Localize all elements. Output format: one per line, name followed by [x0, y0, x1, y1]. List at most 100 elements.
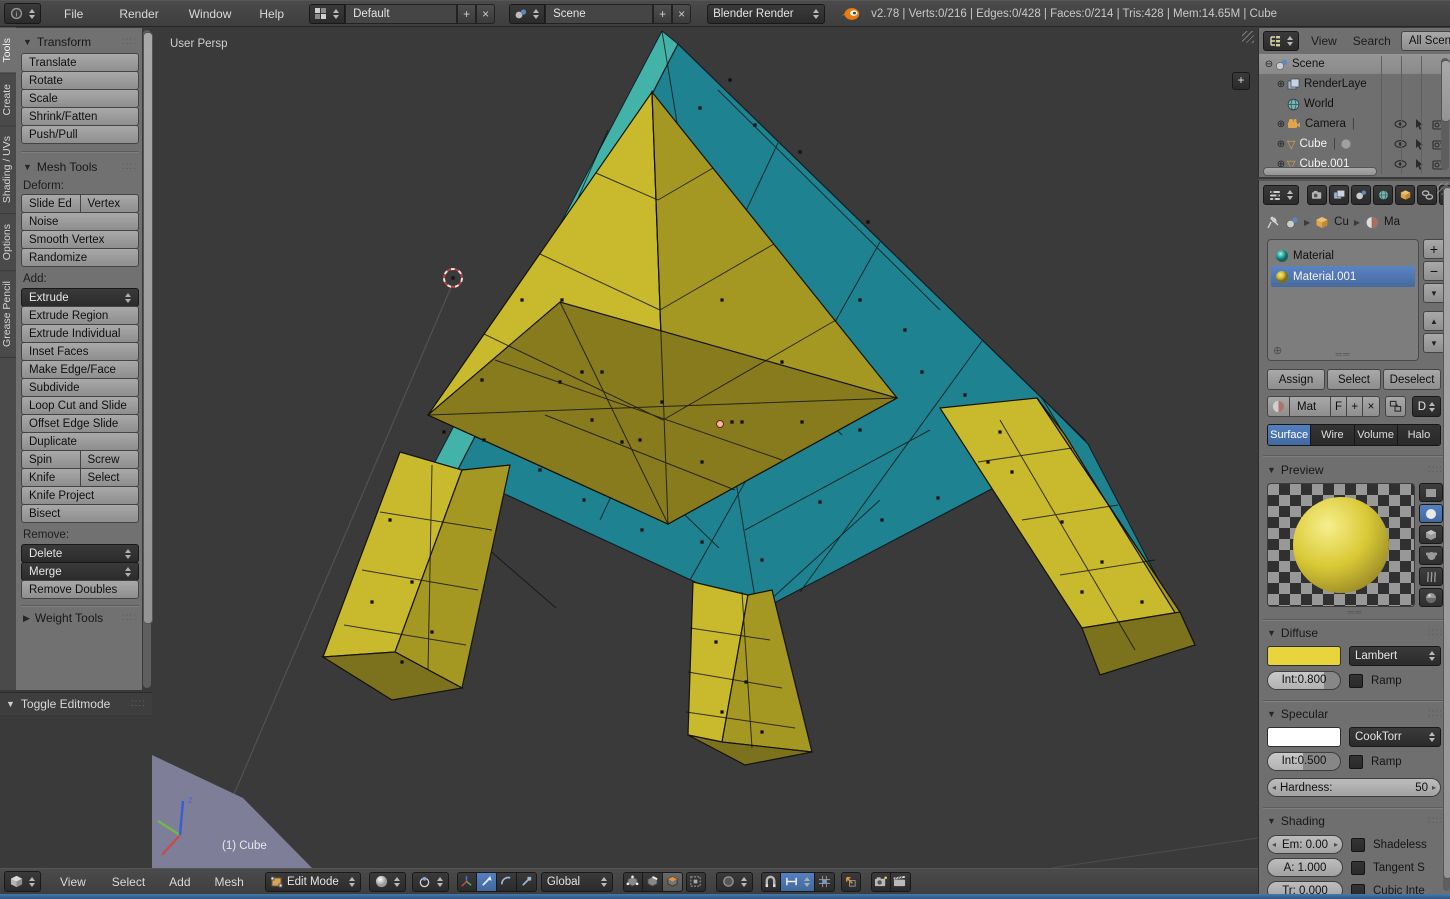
specular-color-swatch[interactable] — [1267, 727, 1341, 747]
material-type-halo[interactable]: Halo — [1396, 425, 1440, 445]
material-slot-item-active[interactable]: Material.001 — [1271, 266, 1415, 287]
preview-sphere-button[interactable] — [1419, 504, 1443, 523]
slide-vertex-button[interactable]: Vertex — [80, 194, 139, 213]
screen-layout-name-field[interactable]: Default — [345, 3, 458, 24]
opengl-render-still-button[interactable] — [870, 871, 891, 892]
push-pull-button[interactable]: Push/Pull — [21, 125, 139, 144]
browse-material-button[interactable] — [1267, 396, 1291, 417]
shadeless-checkbox[interactable] — [1351, 837, 1365, 852]
diffuse-ramp-checkbox[interactable] — [1349, 673, 1363, 688]
material-specials-menu[interactable]: ▼ — [1423, 283, 1445, 303]
delete-menu[interactable]: Delete — [21, 544, 139, 563]
preview-hair-button[interactable] — [1419, 567, 1443, 586]
menu-window[interactable]: Window — [180, 1, 241, 27]
3d-viewport-canvas[interactable] — [152, 28, 1258, 868]
noise-button[interactable]: Noise — [21, 212, 139, 231]
offset-edge-slide-button[interactable]: Offset Edge Slide — [21, 414, 139, 433]
manipulate-center-points-button[interactable] — [840, 871, 861, 892]
scale-button[interactable]: Scale — [21, 89, 139, 108]
delete-scene-button[interactable]: × — [672, 3, 692, 24]
shading-emit-field[interactable]: ◂ Em: 0.00 ▸ — [1267, 835, 1343, 854]
specular-intensity-slider[interactable]: Int:0.500 — [1267, 752, 1341, 771]
translate-button[interactable]: Translate — [21, 53, 139, 72]
scene-name-field[interactable]: Scene — [545, 3, 654, 24]
add-scene-button[interactable]: + — [653, 3, 673, 24]
preview-flat-button[interactable] — [1419, 483, 1443, 502]
material-link-dropdown[interactable]: D — [1411, 396, 1441, 417]
properties-editor-type-button[interactable] — [1263, 185, 1299, 205]
expander-icon[interactable]: ⊖ — [1263, 59, 1275, 70]
subdivide-button[interactable]: Subdivide — [21, 378, 139, 397]
tangent-shading-checkbox[interactable] — [1351, 860, 1365, 875]
screw-button[interactable]: Screw — [80, 450, 139, 469]
menu-view[interactable]: View — [51, 869, 95, 895]
add-material-slot-button[interactable]: + — [1423, 239, 1445, 259]
panel-drag-dots-icon[interactable]: :::: — [1428, 816, 1443, 826]
outliner-editor-type-button[interactable] — [1263, 31, 1299, 51]
limit-selection-visible-button[interactable] — [685, 871, 706, 892]
tab-render-layers[interactable] — [1329, 185, 1349, 205]
tab-grease-pencil[interactable]: Grease Pencil — [0, 271, 16, 359]
edge-select-mode-button[interactable] — [642, 871, 663, 892]
panel-header-shading[interactable]: ▼ Shading :::: — [1267, 814, 1443, 828]
specular-shader-dropdown[interactable]: CookTorr — [1349, 727, 1441, 747]
menu-add[interactable]: Add — [160, 869, 199, 895]
manipulator-scale-button[interactable] — [516, 871, 537, 892]
3d-viewport[interactable]: User Persp (1) Cube z + — [0, 28, 1258, 868]
expander-icon[interactable]: ⊕ — [1275, 79, 1287, 90]
specular-hardness-field[interactable]: ◂ Hardness: 50 ▸ — [1267, 778, 1441, 797]
panel-header-weight-tools[interactable]: ▶ Weight Tools :::: — [23, 611, 137, 625]
preview-monkey-button[interactable] — [1419, 546, 1443, 565]
inset-faces-button[interactable]: Inset Faces — [21, 342, 139, 361]
pivot-point-dropdown[interactable] — [411, 871, 449, 892]
unlink-material-button[interactable]: × — [1363, 396, 1380, 417]
breadcrumb-scene-icon[interactable] — [1285, 216, 1299, 229]
expand-properties-region-button[interactable]: + — [1232, 72, 1250, 90]
panel-header-preview[interactable]: ▼ Preview :::: — [1267, 463, 1443, 477]
screen-layout-icon-button[interactable] — [309, 3, 346, 24]
tab-shading-uvs[interactable]: Shading / UVs — [0, 126, 16, 215]
tab-object[interactable] — [1395, 185, 1415, 205]
menu-mesh[interactable]: Mesh — [206, 869, 253, 895]
panel-drag-dots-icon[interactable]: :::: — [131, 699, 146, 709]
remove-material-slot-button[interactable]: − — [1423, 261, 1445, 281]
manipulator-toggle-button[interactable] — [456, 871, 477, 892]
tab-render[interactable] — [1307, 185, 1327, 205]
vertex-select-mode-button[interactable] — [622, 871, 643, 892]
tab-options[interactable]: Options — [0, 214, 16, 272]
menu-help[interactable]: Help — [250, 1, 293, 27]
operator-redo-panel-header[interactable]: ▼ Toggle Editmode :::: — [0, 692, 152, 715]
expander-icon[interactable]: ⊕ — [1275, 119, 1287, 130]
material-type-surface[interactable]: Surface — [1268, 425, 1311, 445]
panel-drag-dots-icon[interactable]: :::: — [1428, 628, 1443, 638]
outliner-menu-search[interactable]: Search — [1353, 34, 1391, 48]
extrude-region-button[interactable]: Extrude Region — [21, 306, 139, 325]
preview-world-button[interactable] — [1419, 588, 1443, 607]
outliner-hscrollbar[interactable] — [1263, 167, 1377, 176]
diffuse-shader-dropdown[interactable]: Lambert — [1349, 646, 1441, 666]
spin-button[interactable]: Spin — [21, 450, 81, 469]
deselect-button[interactable]: Deselect — [1383, 369, 1441, 390]
outliner-menu-view[interactable]: View — [1311, 34, 1337, 48]
list-filter-toggle-icon[interactable]: ⊕ — [1273, 344, 1282, 357]
move-slot-up-button[interactable]: ▲ — [1423, 311, 1445, 331]
transform-orientation-dropdown[interactable]: Global — [540, 871, 613, 892]
remove-doubles-button[interactable]: Remove Doubles — [21, 580, 139, 599]
scene-browse-button[interactable] — [509, 3, 546, 24]
menu-file[interactable]: File — [55, 1, 92, 27]
specular-ramp-checkbox[interactable] — [1349, 754, 1363, 769]
diffuse-intensity-slider[interactable]: Int:0.800 — [1267, 671, 1341, 690]
preview-cube-button[interactable] — [1419, 525, 1443, 544]
material-slot-item[interactable]: Material — [1271, 245, 1415, 266]
panel-drag-dots-icon[interactable]: :::: — [1428, 465, 1443, 475]
make-edge-face-button[interactable]: Make Edge/Face — [21, 360, 139, 379]
extrude-individual-button[interactable]: Extrude Individual — [21, 324, 139, 343]
panel-drag-dots-icon[interactable]: :::: — [1428, 709, 1443, 719]
menu-render[interactable]: Render — [110, 1, 167, 27]
render-engine-dropdown[interactable]: Blender Render — [707, 3, 826, 24]
opengl-render-anim-button[interactable] — [890, 871, 911, 892]
panel-header-transform[interactable]: ▼ Transform :::: — [23, 35, 137, 49]
expander-icon[interactable]: ⊕ — [1275, 139, 1287, 150]
panel-drag-dots-icon[interactable]: :::: — [122, 37, 137, 47]
material-type-wire[interactable]: Wire — [1310, 425, 1354, 445]
